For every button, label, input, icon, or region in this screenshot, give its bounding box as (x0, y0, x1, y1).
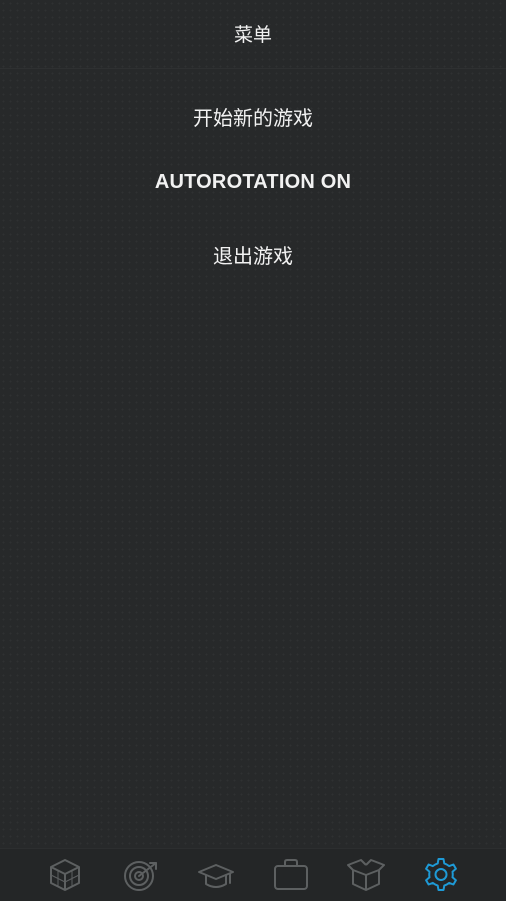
autorotation-toggle-menu-item[interactable]: AUTOROTATION ON (0, 171, 506, 194)
tab-settings[interactable] (421, 855, 461, 895)
menu-screen: 菜单 开始新的游戏 AUTOROTATION ON 退出游戏 (0, 0, 506, 901)
tab-target[interactable] (120, 855, 160, 895)
page-title: 菜单 (233, 24, 272, 46)
new-game-menu-item[interactable]: 开始新的游戏 (0, 102, 506, 131)
briefcase-icon (274, 859, 308, 890)
header: 菜单 (0, 0, 506, 69)
gear-icon (425, 858, 457, 891)
open-box-icon (347, 859, 385, 891)
tab-box[interactable] (346, 855, 386, 895)
tab-bar (0, 848, 506, 901)
exit-game-menu-item[interactable]: 退出游戏 (0, 240, 506, 269)
tab-cube[interactable] (45, 855, 85, 895)
target-icon (124, 861, 157, 891)
cube-icon (50, 859, 80, 891)
tab-briefcase[interactable] (271, 855, 311, 895)
graduation-cap-icon (198, 864, 234, 888)
tab-learn[interactable] (196, 855, 236, 895)
